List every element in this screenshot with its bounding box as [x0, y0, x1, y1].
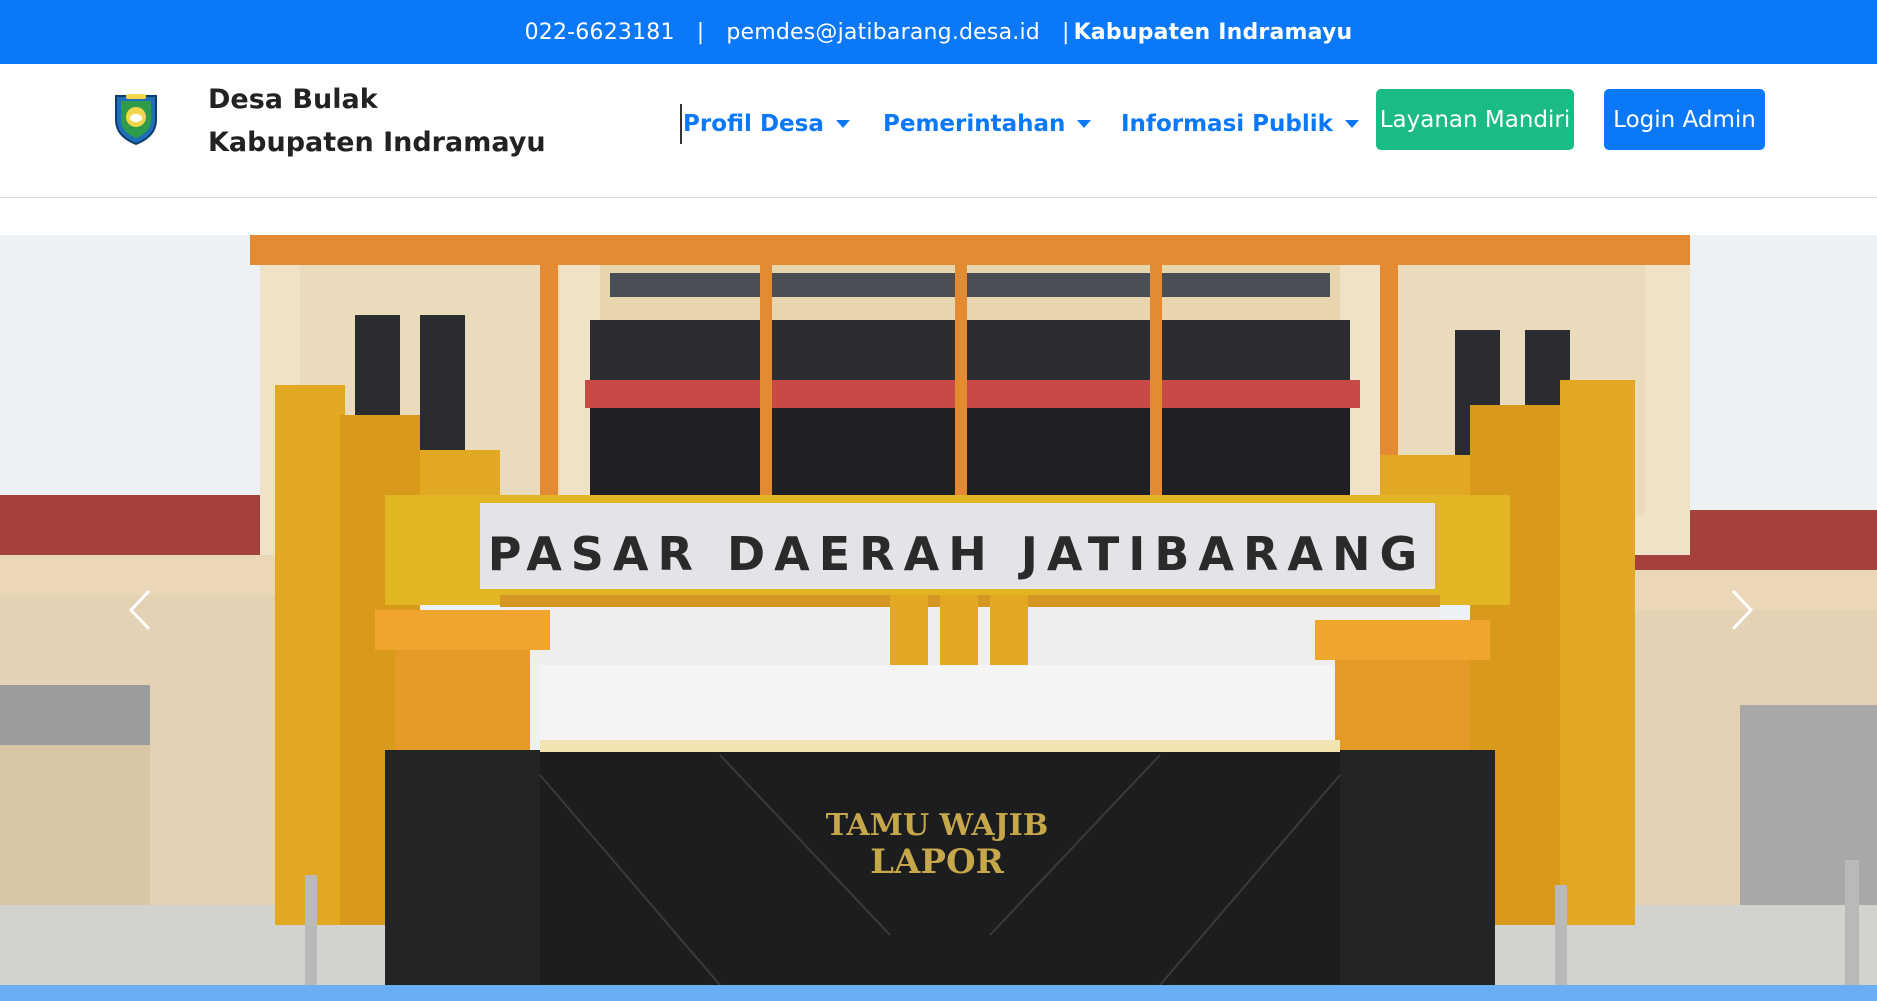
contact-phone[interactable]: 022-6623181: [525, 20, 675, 45]
nav-informasi-publik-label: Informasi Publik: [1121, 111, 1333, 137]
caret-down-icon: [835, 120, 850, 128]
main-navbar: Desa Bulak Kabupaten Indramayu Profil De…: [0, 64, 1877, 198]
sign-text: PASAR DAERAH JATIBARANG: [488, 527, 1427, 581]
nav-pemerintahan[interactable]: Pemerintahan: [883, 104, 1092, 144]
contact-email[interactable]: pemdes@jatibarang.desa.id: [726, 20, 1040, 45]
site-brand[interactable]: Desa Bulak Kabupaten Indramayu: [208, 78, 546, 164]
wall-text-line1: TAMU WAJIB: [826, 808, 1048, 843]
contact-separator: |: [1061, 19, 1070, 45]
caret-down-icon: [1344, 120, 1359, 128]
contact-separator: |: [696, 19, 705, 45]
caret-down-icon: [1077, 120, 1092, 128]
nav-profil-desa-label: Profil Desa: [683, 111, 824, 137]
carousel-prev-button[interactable]: [110, 575, 170, 645]
nav-informasi-publik[interactable]: Informasi Publik: [1121, 104, 1359, 144]
hero-slide-image: PASAR DAERAH JATIBARANG TAMU WAJIB LAPOR: [0, 235, 1877, 985]
chevron-right-icon: [1731, 589, 1754, 631]
layanan-mandiri-button[interactable]: Layanan Mandiri: [1376, 89, 1574, 150]
wall-text-line2: LAPOR: [870, 842, 1004, 882]
carousel-next-button[interactable]: [1712, 575, 1772, 645]
hero-carousel: PASAR DAERAH JATIBARANG TAMU WAJIB LAPOR: [0, 235, 1877, 985]
nav-pemerintahan-label: Pemerintahan: [883, 111, 1066, 137]
brand-regency-name: Kabupaten Indramayu: [208, 127, 546, 158]
chevron-left-icon: [128, 589, 151, 631]
village-emblem-icon[interactable]: [112, 90, 160, 146]
contact-regency: Kabupaten Indramayu: [1073, 19, 1353, 45]
nav-profil-desa[interactable]: Profil Desa: [680, 104, 850, 144]
contact-bar: 022-6623181 | pemdes@jatibarang.desa.id …: [0, 0, 1877, 64]
section-divider: [0, 985, 1877, 1001]
brand-village-name: Desa Bulak: [208, 84, 378, 115]
login-admin-button[interactable]: Login Admin: [1604, 89, 1765, 150]
